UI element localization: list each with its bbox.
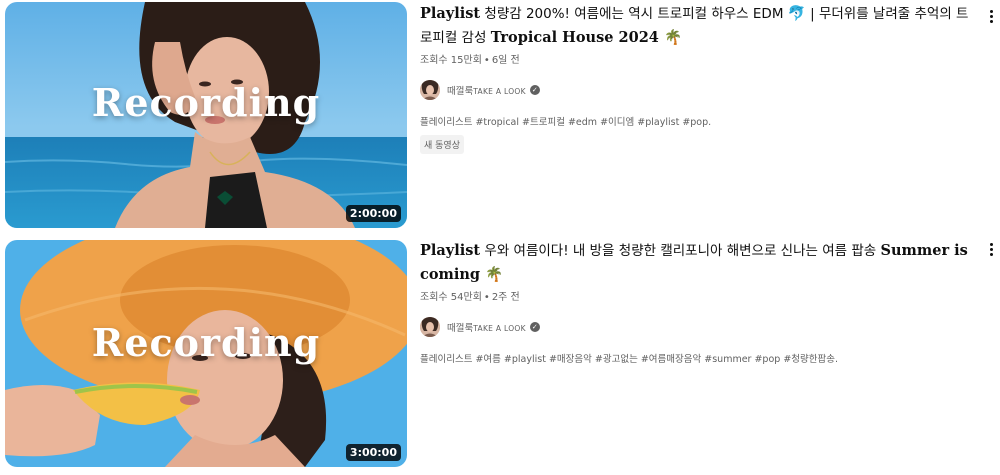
palm-tree-emoji: 🌴 xyxy=(663,30,682,46)
channel-link[interactable]: 때껄룩TAKE A LOOK ✓ xyxy=(420,316,975,338)
video-title[interactable]: Playlist 우와 여름이다! 내 방을 청량한 캘리포니아 해변으로 신나… xyxy=(420,239,975,287)
video-description: 플레이리스트 #tropical #트로피컬 #edm #이디엠 #playli… xyxy=(420,117,712,128)
channel-name-ko: 때껄룩 xyxy=(447,323,474,334)
more-dot xyxy=(989,14,993,18)
more-dot xyxy=(989,9,993,13)
video-meta: 조회수 54만회 • 2주 전 xyxy=(420,288,975,303)
video-description: 플레이리스트 #여름 #playlist #매장음악 #광고없는 #여름매장음악… xyxy=(420,354,839,365)
more-vertical-icon[interactable] xyxy=(985,239,997,259)
meta-separator: • xyxy=(483,55,490,66)
more-dot xyxy=(989,252,993,256)
verified-check-icon: ✓ xyxy=(529,322,540,332)
video-duration: 2:00:00 xyxy=(345,205,401,222)
video-info: Playlist 청량감 200%! 여름에는 역시 트로피컬 하우스 EDM … xyxy=(420,0,975,154)
title-segment: Playlist xyxy=(420,242,481,259)
meta-separator: • xyxy=(483,292,490,303)
video-thumbnail[interactable]: Recording 2:00:00 xyxy=(5,2,407,228)
verified-check-icon: ✓ xyxy=(529,85,540,95)
channel-name[interactable]: 때껄룩TAKE A LOOK xyxy=(447,83,526,97)
channel-name-en: TAKE A LOOK xyxy=(473,87,526,96)
dolphin-emoji: 🐬 xyxy=(787,6,806,22)
video-thumbnail[interactable]: Recording 3:00:00 xyxy=(5,240,407,467)
new-video-badge: 새 동영상 xyxy=(420,135,464,154)
channel-name-en: TAKE A LOOK xyxy=(473,324,526,333)
channel-link[interactable]: 때껄룩TAKE A LOOK ✓ xyxy=(420,79,975,101)
avatar-image xyxy=(420,317,440,337)
video-result: Recording 2:00:00 Playlist 청량감 200%! 여름에… xyxy=(0,0,1000,230)
video-meta: 조회수 15만회 • 6일 전 xyxy=(420,51,975,66)
more-dot xyxy=(989,242,993,246)
view-count: 조회수 15만회 xyxy=(420,55,482,66)
more-dot xyxy=(989,247,993,251)
avatar-image xyxy=(420,80,440,100)
title-segment: 청량감 200%! 여름에는 역시 트로피컬 하우스 EDM xyxy=(480,6,788,22)
channel-name-ko: 때껄룩 xyxy=(447,86,474,97)
upload-age: 2주 전 xyxy=(491,292,520,303)
video-result: Recording 3:00:00 Playlist 우와 여름이다! 내 방을… xyxy=(0,238,1000,468)
avatar[interactable] xyxy=(420,317,440,337)
title-segment: Tropical House 2024 xyxy=(490,29,659,46)
upload-age: 6일 전 xyxy=(491,55,520,66)
video-duration: 3:00:00 xyxy=(345,444,401,461)
more-vertical-icon[interactable] xyxy=(985,6,997,26)
title-segment: Playlist xyxy=(420,5,481,22)
channel-name[interactable]: 때껄룩TAKE A LOOK xyxy=(447,320,526,334)
more-dot xyxy=(989,19,993,23)
title-segment: 우와 여름이다! 내 방을 청량한 캘리포니아 해변으로 신나는 여름 팝송 xyxy=(480,243,881,259)
palm-tree-emoji: 🌴 xyxy=(485,267,504,283)
video-info: Playlist 우와 여름이다! 내 방을 청량한 캘리포니아 해변으로 신나… xyxy=(420,238,975,365)
thumbnail-overlay-text: Recording xyxy=(91,80,321,125)
view-count: 조회수 54만회 xyxy=(420,292,482,303)
thumbnail-overlay-text: Recording xyxy=(91,320,321,365)
avatar[interactable] xyxy=(420,80,440,100)
video-title[interactable]: Playlist 청량감 200%! 여름에는 역시 트로피컬 하우스 EDM … xyxy=(420,2,975,50)
